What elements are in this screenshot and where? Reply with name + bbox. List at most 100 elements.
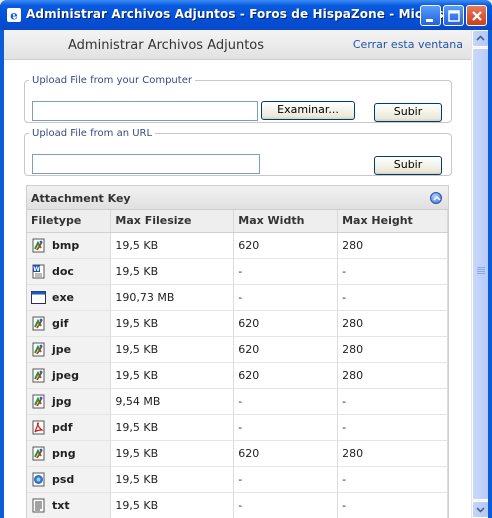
attachment-key-title: Attachment Key bbox=[31, 192, 131, 205]
title-bar[interactable]: e Administrar Archivos Adjuntos - Foros … bbox=[0, 0, 492, 30]
max-filesize-cell: 19,5 KB bbox=[110, 336, 235, 363]
table-row: jpeg 19,5 KB 620 280 bbox=[27, 362, 448, 389]
table-row: jpg 9,54 MB - - bbox=[27, 388, 448, 415]
minimize-icon bbox=[426, 19, 433, 22]
max-filesize-cell: 19,5 KB bbox=[110, 466, 235, 493]
max-width-cell: 620 bbox=[233, 336, 339, 363]
scroll-up-icon bbox=[476, 35, 485, 41]
max-height-cell: 280 bbox=[337, 362, 448, 389]
max-width-cell: 620 bbox=[233, 440, 339, 467]
svg-text:W: W bbox=[33, 266, 40, 273]
filetype-cell: psd bbox=[27, 466, 112, 493]
table-row: txt 19,5 KB - - bbox=[27, 492, 448, 518]
browse-button[interactable]: Examinar... bbox=[261, 101, 355, 120]
max-width-cell: 620 bbox=[233, 232, 339, 259]
filetype-cell: txt bbox=[27, 492, 112, 518]
max-width-cell: - bbox=[233, 284, 339, 311]
image-file-icon bbox=[31, 342, 46, 357]
filetype-label: psd bbox=[52, 472, 75, 486]
filetype-label: png bbox=[52, 446, 76, 460]
max-height-cell: - bbox=[337, 414, 448, 441]
image-file-icon bbox=[31, 368, 46, 383]
browser-popup-window: e Administrar Archivos Adjuntos - Foros … bbox=[0, 0, 492, 518]
filetype-cell: exe bbox=[27, 284, 112, 311]
column-header-max-height: Max Height bbox=[337, 210, 448, 233]
scroll-down-button[interactable] bbox=[472, 501, 488, 518]
filetype-label: gif bbox=[52, 316, 69, 330]
max-filesize-cell: 19,5 KB bbox=[110, 310, 235, 337]
max-width-cell: 620 bbox=[233, 310, 339, 337]
attachment-key-panel: Attachment Key Filetype Max Filesize Max… bbox=[26, 185, 449, 518]
url-input[interactable] bbox=[32, 154, 260, 174]
upload-computer-legend: Upload File from your Computer bbox=[32, 75, 192, 86]
maximize-button[interactable] bbox=[443, 5, 464, 26]
image-file-icon bbox=[31, 238, 46, 253]
filetype-label: doc bbox=[52, 264, 74, 278]
table-row: gif 19,5 KB 620 280 bbox=[27, 310, 448, 337]
attachments-page: Administrar Archivos Adjuntos Cerrar est… bbox=[4, 30, 471, 518]
application-window-icon bbox=[31, 290, 46, 305]
table-row: Wdoc 19,5 KB - - bbox=[27, 258, 448, 285]
max-filesize-cell: 190,73 MB bbox=[110, 284, 235, 311]
max-height-cell: 280 bbox=[337, 310, 448, 337]
image-file-icon bbox=[31, 394, 46, 409]
upload-from-computer-fieldset: Upload File from your Computer Examinar.… bbox=[24, 75, 452, 123]
svg-text:e: e bbox=[10, 9, 18, 23]
max-width-cell: - bbox=[233, 414, 339, 441]
attachment-key-header: Attachment Key bbox=[27, 186, 448, 210]
page-header: Administrar Archivos Adjuntos Cerrar est… bbox=[4, 30, 471, 60]
max-width-cell: 620 bbox=[233, 362, 339, 389]
filetype-label: jpg bbox=[52, 394, 72, 408]
filetype-cell: Wdoc bbox=[27, 258, 112, 285]
text-file-icon bbox=[31, 498, 46, 513]
table-header-row: Filetype Max Filesize Max Width Max Heig… bbox=[27, 210, 448, 233]
max-filesize-cell: 19,5 KB bbox=[110, 232, 235, 259]
max-filesize-cell: 19,5 KB bbox=[110, 362, 235, 389]
filetype-cell: gif bbox=[27, 310, 112, 337]
filetype-label: exe bbox=[52, 290, 75, 304]
close-window-link[interactable]: Cerrar esta ventana bbox=[353, 38, 463, 51]
table-row: bmp 19,5 KB 620 280 bbox=[27, 232, 448, 259]
photoshop-file-icon bbox=[31, 472, 46, 487]
filetype-label: bmp bbox=[52, 238, 80, 252]
filetype-cell: png bbox=[27, 440, 112, 467]
max-height-cell: 280 bbox=[337, 440, 448, 467]
upload-computer-submit-button[interactable]: Subir bbox=[374, 103, 442, 122]
column-header-max-width: Max Width bbox=[233, 210, 339, 233]
window-content: Administrar Archivos Adjuntos Cerrar est… bbox=[4, 30, 488, 518]
upload-from-url-fieldset: Upload File from an URL Subir bbox=[24, 128, 452, 176]
minimize-button[interactable] bbox=[420, 5, 441, 26]
table-row: pdf 19,5 KB - - bbox=[27, 414, 448, 441]
upload-url-submit-button[interactable]: Subir bbox=[374, 156, 442, 175]
image-file-icon bbox=[31, 446, 46, 461]
attachment-key-table: Filetype Max Filesize Max Width Max Heig… bbox=[27, 210, 448, 518]
file-path-input[interactable] bbox=[32, 101, 258, 121]
filetype-label: txt bbox=[52, 498, 70, 512]
scroll-up-button[interactable] bbox=[472, 30, 488, 47]
maximize-icon bbox=[448, 10, 460, 22]
max-filesize-cell: 19,5 KB bbox=[110, 258, 235, 285]
max-height-cell: - bbox=[337, 284, 448, 311]
max-height-cell: - bbox=[337, 492, 448, 518]
filetype-label: jpeg bbox=[52, 368, 79, 382]
filetype-cell: pdf bbox=[27, 414, 112, 441]
pdf-file-icon bbox=[31, 420, 46, 435]
max-filesize-cell: 19,5 KB bbox=[110, 414, 235, 441]
scrollbar-thumb[interactable] bbox=[472, 48, 488, 500]
max-filesize-cell: 9,54 MB bbox=[110, 388, 235, 415]
column-header-filetype: Filetype bbox=[27, 210, 112, 233]
image-file-icon bbox=[31, 316, 46, 331]
scroll-down-icon bbox=[476, 507, 485, 513]
collapse-icon[interactable] bbox=[430, 192, 442, 204]
window-title: Administrar Archivos Adjuntos - Foros de… bbox=[26, 7, 458, 21]
table-row: jpe 19,5 KB 620 280 bbox=[27, 336, 448, 363]
table-row: exe 190,73 MB - - bbox=[27, 284, 448, 311]
filetype-label: jpe bbox=[52, 342, 72, 356]
vertical-scrollbar[interactable] bbox=[471, 30, 488, 518]
table-row: png 19,5 KB 620 280 bbox=[27, 440, 448, 467]
close-icon bbox=[472, 11, 482, 21]
close-window-button[interactable] bbox=[466, 5, 487, 26]
max-filesize-cell: 19,5 KB bbox=[110, 492, 235, 518]
column-header-max-filesize: Max Filesize bbox=[110, 210, 235, 233]
upload-url-legend: Upload File from an URL bbox=[32, 128, 153, 139]
